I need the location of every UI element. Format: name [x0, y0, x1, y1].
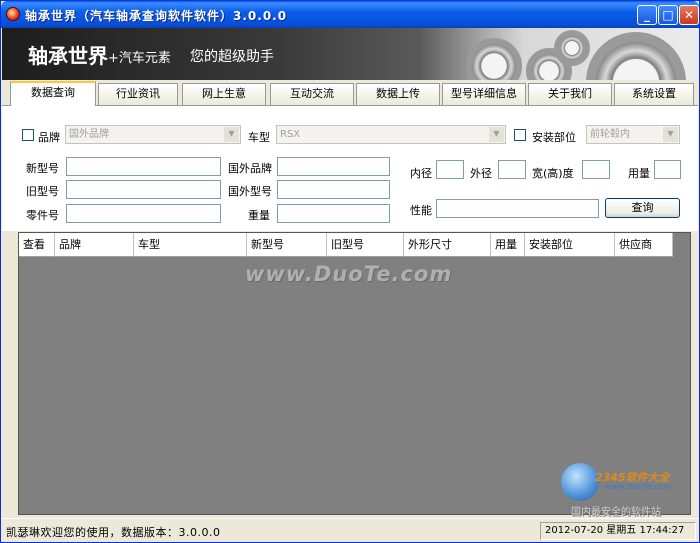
model-select[interactable]: RSX ▼ — [276, 125, 506, 144]
status-bar: 凯瑟琳欢迎您的使用，数据版本：3.0.0.0 2012-07-20 星期五 17… — [2, 518, 698, 542]
weight-label: 重量 — [248, 209, 270, 222]
bearing-image — [554, 30, 590, 66]
main-window: 轴承世界（汽车轴承查询软件软件）3.0.0.0 _ □ ✕ 轴承世界 +汽车元素… — [0, 0, 700, 543]
logo-tagline: 国内最安全的软件站 — [571, 507, 661, 518]
position-checkbox[interactable] — [514, 129, 526, 141]
close-button[interactable]: ✕ — [679, 5, 699, 25]
column-header[interactable]: 车型 — [134, 233, 247, 257]
old-model-label: 旧型号 — [26, 185, 59, 198]
position-select-value: 前轮毂内 — [590, 129, 630, 140]
foreign-brand-input[interactable] — [277, 157, 390, 176]
width-label: 宽(高)度 — [532, 167, 574, 180]
foreign-model-label: 国外型号 — [228, 185, 272, 198]
banner-subtitle: +汽车元素 — [108, 51, 171, 66]
tab-model-details[interactable]: 型号详细信息 — [442, 83, 526, 105]
banner-slogan: 您的超级助手 — [190, 49, 274, 65]
minimize-button[interactable]: _ — [637, 5, 657, 25]
column-header[interactable]: 外形尺寸 — [404, 233, 491, 257]
brand-checkbox[interactable] — [22, 129, 34, 141]
tab-bar: 数据查询 行业资讯 网上生意 互动交流 数据上传 型号详细信息 关于我们 系统设… — [2, 80, 698, 106]
app-icon[interactable] — [6, 7, 20, 21]
tab-interaction[interactable]: 互动交流 — [270, 83, 354, 105]
position-label: 安装部位 — [532, 131, 576, 144]
performance-label: 性能 — [410, 204, 432, 217]
column-header[interactable]: 供应商 — [615, 233, 673, 257]
maximize-button[interactable]: □ — [658, 5, 678, 25]
inner-diameter-input[interactable] — [436, 160, 464, 179]
part-no-input[interactable] — [66, 204, 221, 223]
status-welcome: 凯瑟琳欢迎您的使用，数据版本：3.0.0.0 — [6, 526, 221, 539]
query-panel: 品牌 国外品牌 ▼ 车型 RSX ▼ 安装部位 前轮毂内 ▼ 新型号 旧型号 零… — [2, 106, 698, 231]
search-button[interactable]: 查询 — [605, 198, 680, 218]
column-header[interactable]: 安装部位 — [525, 233, 615, 257]
position-select[interactable]: 前轮毂内 ▼ — [586, 125, 680, 144]
logo-url: www.DuoTe.com — [605, 482, 672, 491]
outer-diameter-input[interactable] — [498, 160, 526, 179]
old-model-input[interactable] — [66, 180, 221, 199]
outer-diameter-label: 外径 — [470, 167, 492, 180]
part-no-label: 零件号 — [26, 209, 59, 222]
new-model-label: 新型号 — [26, 162, 59, 175]
tab-data-query[interactable]: 数据查询 — [10, 81, 96, 106]
usage-label: 用量 — [628, 167, 650, 180]
column-header[interactable]: 旧型号 — [327, 233, 404, 257]
title-bar[interactable]: 轴承世界（汽车轴承查询软件软件）3.0.0.0 _ □ ✕ — [1, 1, 699, 28]
tab-online-business[interactable]: 网上生意 — [182, 83, 266, 105]
new-model-input[interactable] — [66, 157, 221, 176]
column-header[interactable]: 查看 — [19, 233, 55, 257]
foreign-model-input[interactable] — [277, 180, 390, 199]
brand-select-value: 国外品牌 — [69, 129, 109, 140]
brand-label: 品牌 — [38, 131, 60, 144]
tab-industry-news[interactable]: 行业资讯 — [98, 83, 178, 105]
status-datetime: 2012-07-20 星期五 17:44:27 — [540, 522, 696, 540]
chevron-down-icon: ▼ — [489, 127, 504, 142]
chevron-down-icon: ▼ — [663, 127, 678, 142]
banner-title: 轴承世界 — [28, 44, 108, 68]
column-header[interactable]: 用量 — [491, 233, 525, 257]
bearing-image — [466, 38, 522, 80]
tab-settings[interactable]: 系统设置 — [614, 83, 694, 105]
foreign-brand-label: 国外品牌 — [228, 162, 272, 175]
bearing-image — [586, 32, 686, 80]
column-header[interactable]: 新型号 — [247, 233, 327, 257]
logo-icon — [561, 463, 599, 501]
grid-header: 查看 品牌 车型 新型号 旧型号 外形尺寸 用量 安装部位 供应商 — [19, 233, 673, 257]
tab-about-us[interactable]: 关于我们 — [528, 83, 612, 105]
model-select-value: RSX — [280, 129, 301, 140]
performance-input[interactable] — [436, 199, 599, 218]
model-label: 车型 — [248, 131, 270, 144]
banner: 轴承世界 +汽车元素 您的超级助手 — [2, 28, 698, 80]
window-title: 轴承世界（汽车轴承查询软件软件）3.0.0.0 — [25, 9, 288, 23]
chevron-down-icon: ▼ — [224, 127, 239, 142]
usage-input[interactable] — [654, 160, 681, 179]
weight-input[interactable] — [277, 204, 390, 223]
brand-select[interactable]: 国外品牌 ▼ — [65, 125, 241, 144]
tab-data-upload[interactable]: 数据上传 — [356, 83, 440, 105]
inner-diameter-label: 内径 — [410, 167, 432, 180]
watermark-text: www.DuoTe.com — [245, 262, 453, 286]
corner-logo: 2345软件大全 www.DuoTe.com 国内最安全的软件站 — [561, 463, 691, 518]
column-header[interactable]: 品牌 — [55, 233, 134, 257]
width-input[interactable] — [582, 160, 610, 179]
